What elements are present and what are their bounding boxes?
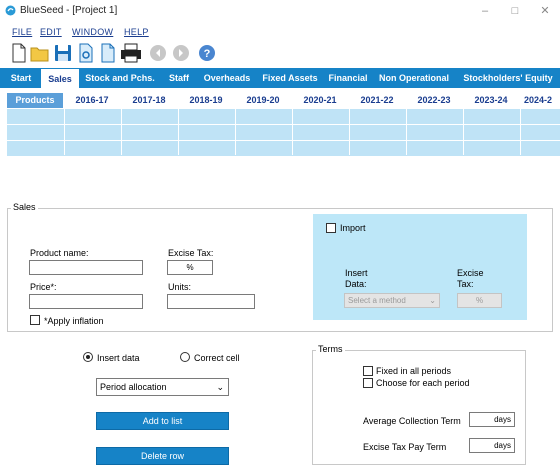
save-icon[interactable] bbox=[53, 42, 73, 64]
open-folder-icon[interactable] bbox=[30, 42, 50, 64]
table-row[interactable] bbox=[7, 109, 560, 124]
column-header-year[interactable]: 2021-22 bbox=[349, 93, 406, 108]
window-title: BlueSeed - [Project 1] bbox=[20, 5, 118, 16]
table-row[interactable] bbox=[7, 125, 560, 140]
tab-bar: Start Sales Stock and Pchs. Staff Overhe… bbox=[0, 68, 560, 88]
column-header-year[interactable]: 2019-20 bbox=[235, 93, 292, 108]
column-header-year[interactable]: 2024-2 bbox=[520, 93, 560, 108]
method-select-value: Select a method bbox=[348, 296, 406, 305]
column-header-year[interactable]: 2016-17 bbox=[64, 93, 121, 108]
import-excise-label-line2: Tax: bbox=[457, 279, 474, 289]
fixed-all-periods-label: Fixed in all periods bbox=[376, 366, 452, 376]
tab-financial[interactable]: Financial bbox=[325, 68, 371, 88]
apply-inflation-checkbox[interactable] bbox=[30, 315, 40, 325]
price-input[interactable] bbox=[29, 294, 143, 309]
product-name-input[interactable] bbox=[29, 260, 143, 275]
title-bar: BlueSeed - [Project 1] – □ ✕ bbox=[0, 0, 560, 22]
column-header-products[interactable]: Products bbox=[7, 93, 64, 108]
price-label: Price*: bbox=[30, 282, 57, 292]
correct-cell-radio[interactable] bbox=[180, 352, 190, 362]
terms-legend: Terms bbox=[316, 344, 345, 354]
maximize-button[interactable]: □ bbox=[500, 0, 530, 22]
method-select[interactable]: Select a method ⌄ bbox=[344, 293, 440, 308]
product-name-label: Product name: bbox=[30, 248, 89, 258]
add-to-list-button[interactable]: Add to list bbox=[96, 412, 229, 430]
tab-non-operational[interactable]: Non Operational bbox=[375, 68, 453, 88]
tab-stockholders-equity[interactable]: Stockholders' Equity bbox=[458, 68, 558, 88]
settings-file-icon[interactable] bbox=[76, 42, 96, 64]
insert-data-label-line2: Data: bbox=[345, 279, 367, 289]
sales-legend: Sales bbox=[11, 202, 38, 212]
minimize-button[interactable]: – bbox=[470, 0, 500, 22]
products-grid[interactable]: Products 2016-17 2017-18 2018-19 2019-20… bbox=[7, 93, 560, 156]
forward-icon[interactable] bbox=[171, 42, 191, 64]
tab-staff[interactable]: Staff bbox=[162, 68, 196, 88]
column-header-year[interactable]: 2023-24 bbox=[463, 93, 520, 108]
close-button[interactable]: ✕ bbox=[530, 0, 560, 22]
insert-data-radio[interactable] bbox=[83, 352, 93, 362]
tab-fixed-assets[interactable]: Fixed Assets bbox=[259, 68, 321, 88]
column-divider bbox=[520, 108, 521, 155]
column-header-year[interactable]: 2020-21 bbox=[292, 93, 349, 108]
average-collection-term-label: Average Collection Term bbox=[363, 416, 461, 426]
column-header-year[interactable]: 2022-23 bbox=[406, 93, 463, 108]
column-divider bbox=[64, 108, 65, 155]
column-divider bbox=[463, 108, 464, 155]
column-divider bbox=[406, 108, 407, 155]
column-divider bbox=[121, 108, 122, 155]
units-input[interactable] bbox=[167, 294, 255, 309]
table-row[interactable] bbox=[7, 141, 560, 156]
excise-tax-input[interactable]: % bbox=[167, 260, 213, 275]
column-divider bbox=[349, 108, 350, 155]
help-icon[interactable]: ? bbox=[197, 42, 217, 64]
units-label: Units: bbox=[168, 282, 192, 292]
menu-edit[interactable]: EDIT bbox=[40, 27, 62, 37]
new-file-icon[interactable] bbox=[9, 42, 29, 64]
excise-tax-label: Excise Tax: bbox=[168, 248, 214, 258]
chevron-down-icon: ⌄ bbox=[429, 296, 436, 305]
column-divider bbox=[292, 108, 293, 155]
tab-overheads[interactable]: Overheads bbox=[199, 68, 255, 88]
insert-data-label-line1: Insert bbox=[345, 268, 368, 278]
column-divider bbox=[235, 108, 236, 155]
tab-sales[interactable]: Sales bbox=[41, 69, 79, 88]
import-checkbox[interactable] bbox=[326, 223, 336, 233]
app-logo-icon bbox=[5, 5, 16, 16]
menu-help[interactable]: HELP bbox=[124, 27, 149, 37]
menu-window[interactable]: WINDOW bbox=[72, 27, 113, 37]
document-icon[interactable] bbox=[98, 42, 118, 64]
import-label: Import bbox=[340, 223, 366, 233]
tab-start[interactable]: Start bbox=[4, 68, 38, 88]
fixed-all-periods-checkbox[interactable] bbox=[363, 366, 373, 376]
menu-file[interactable]: FILE bbox=[12, 27, 32, 37]
period-allocation-select[interactable]: Period allocation ⌄ bbox=[96, 378, 229, 396]
apply-inflation-label: *Apply inflation bbox=[44, 316, 104, 326]
choose-each-period-checkbox[interactable] bbox=[363, 378, 373, 388]
delete-row-button[interactable]: Delete row bbox=[96, 447, 229, 465]
chevron-down-icon: ⌄ bbox=[216, 382, 224, 392]
import-excise-label-line1: Excise bbox=[457, 268, 484, 278]
svg-text:?: ? bbox=[204, 48, 211, 60]
print-icon[interactable] bbox=[120, 42, 142, 64]
excise-tax-pay-term-input[interactable]: days bbox=[469, 438, 515, 453]
correct-cell-radio-label: Correct cell bbox=[194, 353, 240, 363]
column-divider bbox=[178, 108, 179, 155]
period-allocation-value: Period allocation bbox=[100, 382, 167, 392]
column-header-year[interactable]: 2018-19 bbox=[178, 93, 235, 108]
excise-tax-pay-term-label: Excise Tax Pay Term bbox=[363, 442, 447, 452]
average-collection-term-input[interactable]: days bbox=[469, 412, 515, 427]
tab-stock-and-purchases[interactable]: Stock and Pchs. bbox=[82, 68, 158, 88]
column-header-year[interactable]: 2017-18 bbox=[121, 93, 178, 108]
back-icon[interactable] bbox=[148, 42, 168, 64]
choose-each-period-label: Choose for each period bbox=[376, 378, 470, 388]
import-excise-input[interactable]: % bbox=[457, 293, 502, 308]
insert-data-radio-label: Insert data bbox=[97, 353, 140, 363]
